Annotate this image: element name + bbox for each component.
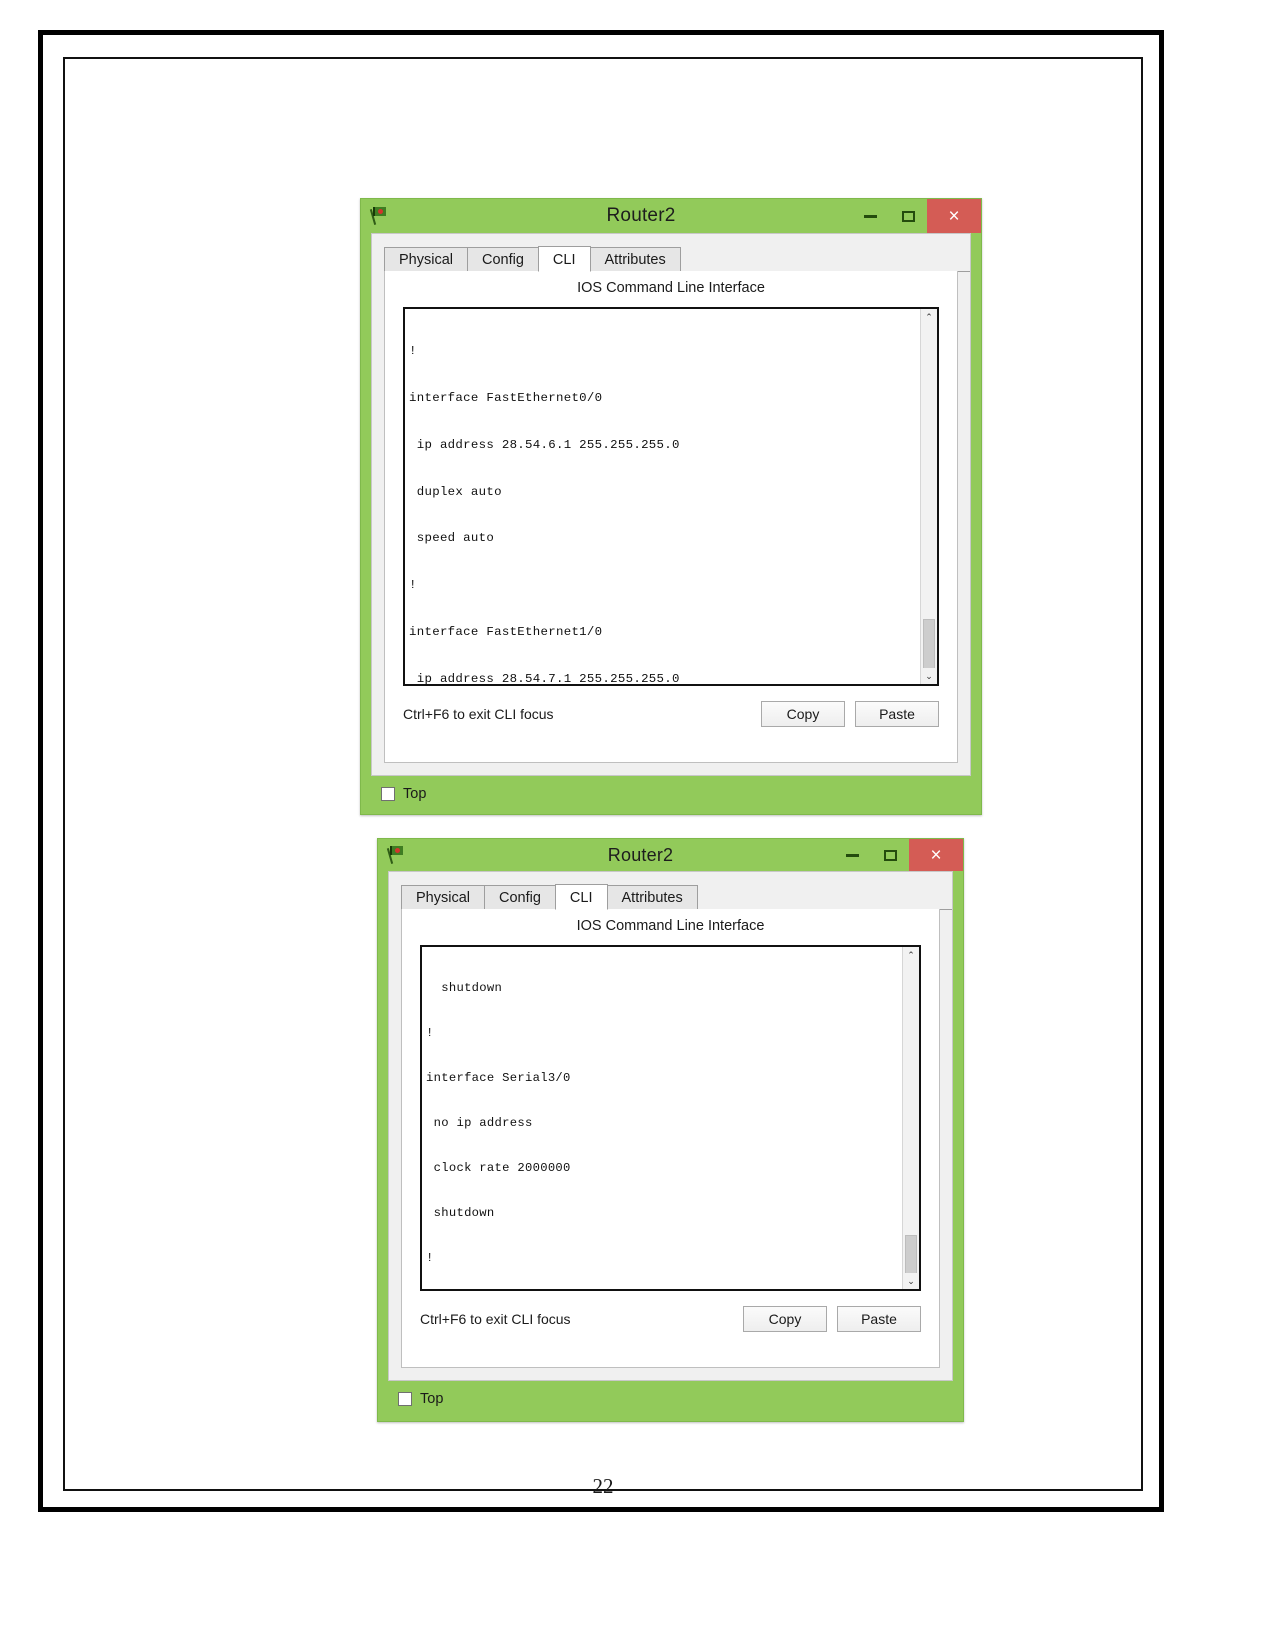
tab-strip[interactable]: Physical Config CLI Attributes (384, 246, 970, 272)
maximize-button[interactable] (889, 199, 927, 233)
cli-footer: Ctrl+F6 to exit CLI focus Copy Paste (420, 1305, 921, 1333)
packet-tracer-icon (369, 205, 391, 227)
scroll-down-icon[interactable]: ⌄ (921, 668, 937, 684)
terminal-line: ! (426, 1251, 434, 1265)
window-controls[interactable]: × (851, 199, 981, 233)
terminal-line: interface FastEthernet0/0 (409, 390, 603, 405)
tab-strip[interactable]: Physical Config CLI Attributes (401, 884, 952, 910)
top-checkbox[interactable] (398, 1392, 412, 1406)
panel-heading: IOS Command Line Interface (576, 918, 765, 934)
terminal-container[interactable]: shutdown ! interface Serial3/0 no ip add… (420, 945, 921, 1291)
scroll-down-icon[interactable]: ⌄ (903, 1273, 919, 1289)
maximize-button[interactable] (871, 839, 909, 871)
paste-button[interactable]: Paste (855, 701, 939, 727)
packet-tracer-icon (386, 844, 408, 866)
terminal-line: speed auto (409, 531, 495, 546)
window-titlebar[interactable]: Router2 × (378, 839, 963, 871)
paste-button[interactable]: Paste (837, 1306, 921, 1332)
top-checkbox-label: Top (420, 1391, 444, 1407)
terminal-line: ! (409, 578, 417, 593)
tab-physical[interactable]: Physical (384, 247, 468, 271)
cli-tab-panel: IOS Command Line Interface ! interface F… (384, 271, 958, 763)
minimize-button[interactable] (833, 839, 871, 871)
terminal-line: clock rate 2000000 (426, 1161, 571, 1175)
tab-physical[interactable]: Physical (401, 885, 485, 909)
minimize-button[interactable] (851, 199, 889, 233)
terminal-line: ! (426, 1026, 434, 1040)
router2-cli-window-top[interactable]: Router2 × Physical Config CLI Attributes… (360, 198, 982, 815)
terminal-line: duplex auto (409, 484, 502, 499)
top-checkbox-label: Top (403, 786, 427, 802)
scroll-up-icon[interactable]: ⌃ (903, 947, 919, 963)
window-body: Physical Config CLI Attributes IOS Comma… (388, 871, 953, 1381)
terminal-line: no ip address (426, 1116, 533, 1130)
cli-terminal-output[interactable]: ! interface FastEthernet0/0 ip address 2… (405, 309, 920, 684)
scanned-page-outer-border: Router2 × Physical Config CLI Attributes… (38, 30, 1164, 1512)
window-titlebar[interactable]: Router2 × (361, 199, 981, 233)
tab-attributes[interactable]: Attributes (606, 885, 698, 909)
tab-attributes[interactable]: Attributes (589, 247, 681, 271)
scanned-page-inner-border: Router2 × Physical Config CLI Attributes… (63, 57, 1143, 1498)
cli-focus-hint: Ctrl+F6 to exit CLI focus (420, 1311, 571, 1327)
terminal-line: interface FastEthernet1/0 (409, 624, 603, 639)
tab-config[interactable]: Config (467, 247, 539, 271)
window-body: Physical Config CLI Attributes IOS Comma… (371, 233, 971, 776)
cli-focus-hint: Ctrl+F6 to exit CLI focus (403, 706, 554, 722)
cli-tab-panel: IOS Command Line Interface shutdown ! in… (401, 909, 940, 1368)
terminal-scrollbar[interactable]: ⌃ ⌄ (920, 309, 937, 684)
tab-cli[interactable]: CLI (554, 884, 608, 910)
scroll-up-icon[interactable]: ⌃ (921, 309, 937, 325)
tab-cli[interactable]: CLI (537, 246, 591, 272)
terminal-line: interface Serial3/0 (426, 1071, 571, 1085)
copy-button[interactable]: Copy (761, 701, 845, 727)
terminal-line: ip address 28.54.6.1 255.255.255.0 (409, 437, 680, 452)
terminal-line: shutdown (426, 1206, 495, 1220)
tab-config[interactable]: Config (484, 885, 556, 909)
close-button[interactable]: × (909, 839, 963, 871)
top-checkbox[interactable] (381, 787, 395, 801)
panel-heading: IOS Command Line Interface (577, 280, 765, 296)
terminal-line: ! (409, 344, 417, 359)
terminal-line: shutdown (426, 981, 503, 995)
terminal-line: ip address 28.54.7.1 255.255.255.0 (409, 671, 680, 684)
cli-footer: Ctrl+F6 to exit CLI focus Copy Paste (403, 700, 939, 728)
close-button[interactable]: × (927, 199, 981, 233)
page-number: 22 (592, 1474, 614, 1498)
window-controls[interactable]: × (833, 839, 963, 871)
top-checkbox-row[interactable]: Top (398, 1387, 443, 1411)
copy-button[interactable]: Copy (743, 1306, 827, 1332)
router2-cli-window-bottom[interactable]: Router2 × Physical Config CLI Attributes… (377, 838, 964, 1422)
top-checkbox-row[interactable]: Top (381, 782, 426, 806)
terminal-scrollbar[interactable]: ⌃ ⌄ (902, 947, 919, 1289)
cli-terminal-output[interactable]: shutdown ! interface Serial3/0 no ip add… (422, 947, 902, 1289)
terminal-container[interactable]: ! interface FastEthernet0/0 ip address 2… (403, 307, 939, 686)
